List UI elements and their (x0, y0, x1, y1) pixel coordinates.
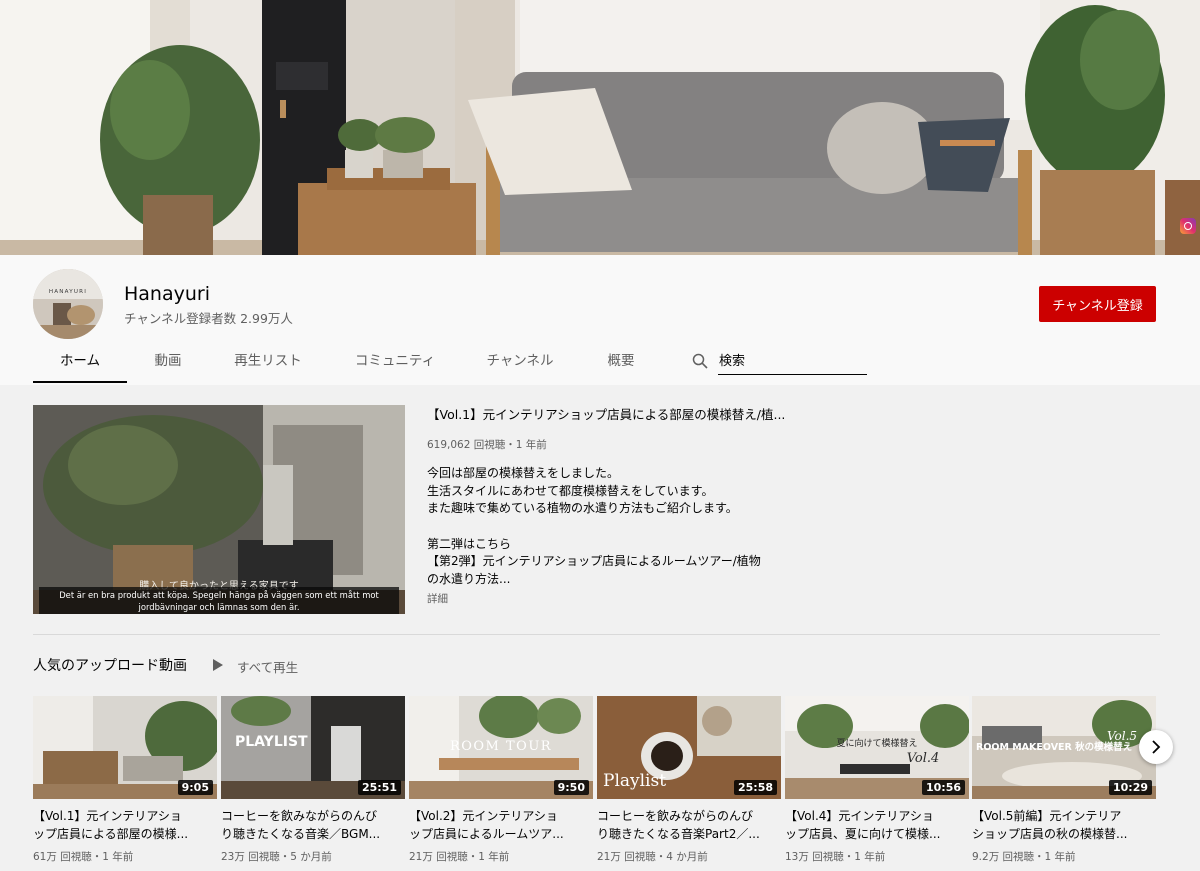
subscribe-button[interactable]: チャンネル登録 (1039, 286, 1156, 322)
tab-playlists[interactable]: 再生リスト (226, 341, 310, 381)
video-thumbnail[interactable]: ROOM MAKEOVER 秋の模様替え Vol.5 10:29 (972, 696, 1156, 799)
tab-channels[interactable]: チャンネル (480, 341, 560, 381)
featured-title[interactable]: 【Vol.1】元インテリアショップ店員による部屋の模様替え/植... (427, 404, 785, 423)
caption-box: Det är en bra produkt att köpa. Spegeln … (39, 587, 399, 614)
description-line: 今回は部屋の模様替えをしました。 (427, 466, 620, 480)
thumbnail-text: PLAYLIST (235, 734, 308, 750)
thumbnail-text: Playlist (603, 771, 666, 791)
video-title-line: ップ店員による部屋の模様... (33, 827, 189, 841)
search-input[interactable] (718, 348, 867, 375)
video-card[interactable]: 9:05 【Vol.1】元インテリアショ ップ店員による部屋の模様... 61万… (33, 696, 217, 871)
thumbnail-text-2: Vol.4 (907, 751, 940, 766)
video-title[interactable]: 【Vol.2】元インテリアショ ップ店員によるルームツア... (409, 807, 593, 843)
featured-video-player[interactable]: 購入して良かったと思える家具です Det är en bra produkt a… (33, 405, 405, 614)
tab-about[interactable]: 概要 (599, 341, 643, 381)
caption-line: jordbävningar och lämnas som den är. (138, 602, 300, 612)
duration-badge: 9:05 (177, 780, 213, 795)
video-card[interactable]: ROOM MAKEOVER 秋の模様替え Vol.5 10:29 【Vol.5前… (972, 696, 1156, 871)
video-title-line: 【Vol.1】元インテリアショ (33, 809, 182, 823)
video-thumbnail[interactable]: 9:05 (33, 696, 217, 799)
channel-header: HANAYURI Hanayuri チャンネル登録者数 2.99万人 チャンネル… (0, 255, 1200, 385)
play-all-icon[interactable] (212, 658, 224, 672)
channel-banner (0, 0, 1200, 255)
search-icon[interactable] (692, 353, 708, 369)
video-thumbnail[interactable]: Playlist 25:58 (597, 696, 781, 799)
video-meta: 23万 回視聴・5 か月前 (221, 851, 332, 863)
video-title-line: 【Vol.4】元インテリアショ (785, 809, 934, 823)
video-title[interactable]: 【Vol.5前編】元インテリア ショップ店員の秋の模様替... (972, 807, 1156, 843)
video-thumbnail[interactable]: ROOM TOUR 9:50 (409, 696, 593, 799)
video-meta: 21万 回視聴・1 年前 (409, 851, 510, 863)
duration-badge: 10:29 (1108, 780, 1152, 795)
video-title-line: コーヒーを飲みながらのんび (221, 809, 378, 823)
subscriber-count: チャンネル登録者数 2.99万人 (124, 311, 293, 326)
description-line: 第二弾はこちら (427, 536, 512, 551)
video-meta: 9.2万 回視聴・1 年前 (972, 851, 1076, 863)
thumbnail-text: 夏に向けて模様替え (836, 737, 917, 749)
video-title[interactable]: 【Vol.1】元インテリアショ ップ店員による部屋の模様... (33, 807, 217, 843)
video-title[interactable]: 【Vol.4】元インテリアショ ップ店員、夏に向けて模様... (785, 807, 969, 843)
video-title-line: ショップ店員の秋の模様替... (972, 827, 1128, 841)
video-title[interactable]: コーヒーを飲みながらのんび り聴きたくなる音楽／BGM... (221, 807, 405, 843)
avatar[interactable]: HANAYURI (33, 269, 103, 339)
avatar-logo-text: HANAYURI (49, 289, 87, 295)
duration-badge: 9:50 (553, 780, 589, 795)
video-card[interactable]: Playlist 25:58 コーヒーを飲みながらのんび り聴きたくなる音楽Pa… (597, 696, 781, 871)
video-title-line: り聴きたくなる音楽／BGM... (221, 827, 381, 841)
thumbnail-text: ROOM TOUR (450, 739, 552, 754)
video-card[interactable]: ROOM TOUR 9:50 【Vol.2】元インテリアショ ップ店員によるルー… (409, 696, 593, 871)
caption-line: Det är en bra produkt att köpa. Spegeln … (59, 590, 379, 600)
tab-videos[interactable]: 動画 (144, 341, 192, 381)
video-title-line: ップ店員、夏に向けて模様... (785, 827, 941, 841)
shelf-title[interactable]: 人気のアップロード動画 (33, 655, 187, 675)
video-meta: 13万 回視聴・1 年前 (785, 851, 886, 863)
video-title-line: ップ店員によるルームツア... (409, 827, 564, 841)
play-all-button[interactable]: すべて再生 (237, 657, 298, 676)
video-meta: 61万 回視聴・1 年前 (33, 851, 134, 863)
featured-video-frame: 購入して良かったと思える家具です (33, 405, 405, 614)
thumbnail-text-2: Vol.5 (1107, 729, 1137, 743)
video-thumbnail[interactable]: PLAYLIST 25:51 (221, 696, 405, 799)
banner-image (0, 0, 1200, 255)
featured-description: 今回は部屋の模様替えをしました。 生活スタイルにあわせて都度模様替えをしています… (427, 465, 761, 589)
video-title-line: 【Vol.2】元インテリアショ (409, 809, 558, 823)
featured-meta: 619,062 回視聴・1 年前 (427, 439, 547, 451)
video-thumbnail[interactable]: 夏に向けて模様替え Vol.4 10:56 (785, 696, 969, 799)
shelf-next-button[interactable] (1139, 730, 1173, 764)
description-line: 生活スタイルにあわせて都度模様替えをしています。 (427, 483, 714, 498)
read-more-link[interactable]: 詳細 (427, 591, 448, 606)
video-card[interactable]: 夏に向けて模様替え Vol.4 10:56 【Vol.4】元インテリアショ ップ… (785, 696, 969, 871)
channel-name: Hanayuri (124, 283, 210, 305)
chevron-right-icon (1152, 740, 1161, 754)
video-title-line: 【Vol.5前編】元インテリア (972, 809, 1122, 823)
avatar-image: HANAYURI (33, 269, 103, 339)
home-content: 購入して良かったと思える家具です Det är en bra produkt a… (0, 385, 1200, 871)
video-title[interactable]: コーヒーを飲みながらのんび り聴きたくなる音楽Part2／... (597, 807, 781, 843)
description-line: の水遣り方法... (427, 572, 511, 587)
description-line (427, 518, 761, 536)
divider (33, 634, 1160, 635)
tab-home[interactable]: ホーム (33, 341, 127, 383)
video-title-line: コーヒーを飲みながらのんび (597, 809, 754, 823)
description-line: また趣味で集めている植物の水遣り方法もご紹介します。 (427, 501, 738, 516)
description-line: 【第2弾】元インテリアショップ店員によるルームツアー/植物 (427, 554, 761, 569)
tab-community[interactable]: コミュニティ (347, 341, 443, 381)
duration-badge: 10:56 (921, 780, 965, 795)
instagram-icon[interactable] (1180, 218, 1196, 234)
video-card[interactable]: PLAYLIST 25:51 コーヒーを飲みながらのんび り聴きたくなる音楽／B… (221, 696, 405, 871)
video-meta: 21万 回視聴・4 か月前 (597, 851, 708, 863)
duration-badge: 25:58 (733, 780, 777, 795)
duration-badge: 25:51 (357, 780, 401, 795)
video-title-line: り聴きたくなる音楽Part2／... (597, 827, 760, 841)
